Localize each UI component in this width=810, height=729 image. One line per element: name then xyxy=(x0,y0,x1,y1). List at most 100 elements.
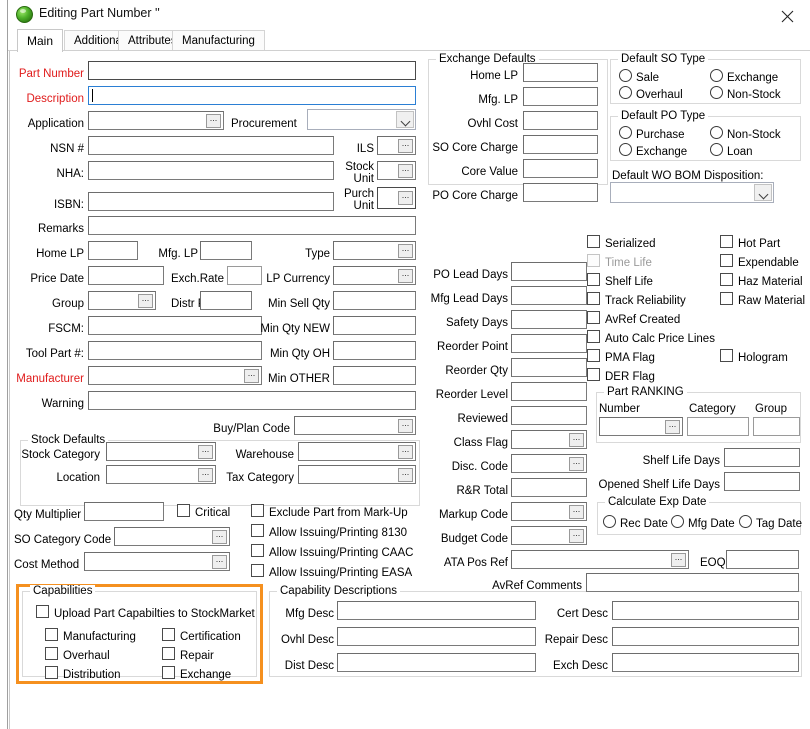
chevron-down-icon[interactable] xyxy=(754,184,772,201)
checkbox-der-flag[interactable] xyxy=(587,368,600,381)
safety-days-input[interactable] xyxy=(511,310,587,329)
tab-manufacturing[interactable]: Manufacturing xyxy=(172,30,265,51)
radio-po-exchange[interactable] xyxy=(619,143,632,156)
checkbox-expendable[interactable] xyxy=(720,254,733,267)
location-browse-icon[interactable] xyxy=(198,468,213,482)
purch-unit-browse-icon[interactable] xyxy=(398,191,413,205)
checkbox-critical[interactable] xyxy=(177,504,190,517)
radio-so-sale[interactable] xyxy=(619,69,632,82)
class-flag-input[interactable] xyxy=(511,430,587,449)
repair-desc-input[interactable] xyxy=(612,627,799,646)
close-button[interactable] xyxy=(765,0,810,29)
checkbox-allow-caac[interactable] xyxy=(251,544,264,557)
ata-pos-ref-input[interactable] xyxy=(511,550,689,569)
opened-shelf-life-days-input[interactable] xyxy=(724,472,800,491)
markup-code-browse-icon[interactable] xyxy=(569,505,584,519)
exch-mfg-lp-input[interactable] xyxy=(523,87,598,106)
location-input[interactable] xyxy=(106,465,216,484)
reviewed-input[interactable] xyxy=(511,406,587,425)
cert-desc-input[interactable] xyxy=(612,601,799,620)
exch-rate-input[interactable] xyxy=(227,266,262,285)
ovhl-desc-input[interactable] xyxy=(337,627,536,646)
min-qty-new-input[interactable] xyxy=(333,316,416,335)
chevron-down-icon[interactable] xyxy=(396,111,414,128)
tax-category-browse-icon[interactable] xyxy=(398,468,413,482)
part-ranking-category-input[interactable] xyxy=(687,417,749,436)
checkbox-certification[interactable] xyxy=(162,628,175,641)
procurement-select[interactable] xyxy=(307,109,416,130)
application-browse-icon[interactable] xyxy=(206,114,221,128)
application-input[interactable] xyxy=(88,111,224,130)
warning-input[interactable] xyxy=(88,391,416,410)
po-lead-days-input[interactable] xyxy=(511,262,587,281)
exch-so-core-charge-input[interactable] xyxy=(523,135,598,154)
dist-desc-input[interactable] xyxy=(337,653,536,672)
mfg-lead-days-input[interactable] xyxy=(511,286,587,305)
stock-unit-input[interactable] xyxy=(377,161,416,180)
exch-home-lp-input[interactable] xyxy=(523,63,598,82)
tab-main[interactable]: Main xyxy=(17,29,64,52)
home-lp-input[interactable] xyxy=(88,241,138,260)
ata-pos-ref-browse-icon[interactable] xyxy=(671,553,686,567)
lp-currency-browse-icon[interactable] xyxy=(398,269,413,283)
warehouse-browse-icon[interactable] xyxy=(398,445,413,459)
radio-po-nonstock[interactable] xyxy=(710,126,723,139)
checkbox-hologram[interactable] xyxy=(720,349,733,362)
tool-part-input[interactable] xyxy=(88,341,262,360)
purch-unit-input[interactable] xyxy=(377,187,416,209)
checkbox-pma-flag[interactable] xyxy=(587,349,600,362)
exch-desc-input[interactable] xyxy=(612,653,799,672)
exch-po-core-charge-input[interactable] xyxy=(523,183,598,202)
rr-total-input[interactable] xyxy=(511,478,587,497)
avref-comments-input[interactable] xyxy=(586,573,799,592)
tax-category-input[interactable] xyxy=(298,465,416,484)
radio-po-loan[interactable] xyxy=(710,143,723,156)
min-sell-qty-input[interactable] xyxy=(333,291,416,310)
markup-code-input[interactable] xyxy=(511,502,587,521)
exch-core-value-input[interactable] xyxy=(523,159,598,178)
ils-browse-icon[interactable] xyxy=(398,139,413,153)
checkbox-exclude-markup[interactable] xyxy=(251,504,264,517)
radio-so-nonstock[interactable] xyxy=(710,86,723,99)
radio-rec-date[interactable] xyxy=(603,515,616,528)
checkbox-haz-material[interactable] xyxy=(720,273,733,286)
mfg-lp-input[interactable] xyxy=(200,241,252,260)
checkbox-manufacturing[interactable] xyxy=(45,628,58,641)
qty-multiplier-input[interactable] xyxy=(84,502,164,521)
stock-unit-browse-icon[interactable] xyxy=(398,164,413,178)
nha-input[interactable] xyxy=(88,161,334,180)
so-category-code-browse-icon[interactable] xyxy=(212,530,227,544)
cost-method-input[interactable] xyxy=(84,552,230,571)
reorder-qty-input[interactable] xyxy=(511,358,587,377)
checkbox-distribution[interactable] xyxy=(45,666,58,679)
class-flag-browse-icon[interactable] xyxy=(569,433,584,447)
checkbox-raw-material[interactable] xyxy=(720,292,733,305)
group-input[interactable] xyxy=(88,291,156,310)
checkbox-repair[interactable] xyxy=(162,647,175,660)
disc-code-input[interactable] xyxy=(511,454,587,473)
buy-plan-code-input[interactable] xyxy=(294,416,416,435)
ils-input[interactable] xyxy=(377,136,416,155)
checkbox-hot-part[interactable] xyxy=(720,235,733,248)
checkbox-allow-8130[interactable] xyxy=(251,524,264,537)
so-category-code-input[interactable] xyxy=(114,527,230,546)
checkbox-track-reliability[interactable] xyxy=(587,292,600,305)
radio-tag-date[interactable] xyxy=(739,515,752,528)
budget-code-input[interactable] xyxy=(511,526,587,545)
reorder-level-input[interactable] xyxy=(511,382,587,401)
manufacturer-input[interactable] xyxy=(88,366,262,385)
remarks-input[interactable] xyxy=(88,216,416,235)
checkbox-allow-easa[interactable] xyxy=(251,564,264,577)
budget-code-browse-icon[interactable] xyxy=(569,529,584,543)
checkbox-shelf-life[interactable] xyxy=(587,273,600,286)
default-wo-bom-select[interactable] xyxy=(610,182,774,203)
type-browse-icon[interactable] xyxy=(398,244,413,258)
checkbox-auto-calc-price-lines[interactable] xyxy=(587,330,600,343)
type-input[interactable] xyxy=(333,241,416,260)
nsn-input[interactable] xyxy=(88,136,334,155)
part-ranking-number-input[interactable] xyxy=(599,417,683,436)
shelf-life-days-input[interactable] xyxy=(724,448,800,467)
part-ranking-group-input[interactable] xyxy=(753,417,800,436)
radio-so-exchange[interactable] xyxy=(710,69,723,82)
exch-ovhl-cost-input[interactable] xyxy=(523,111,598,130)
